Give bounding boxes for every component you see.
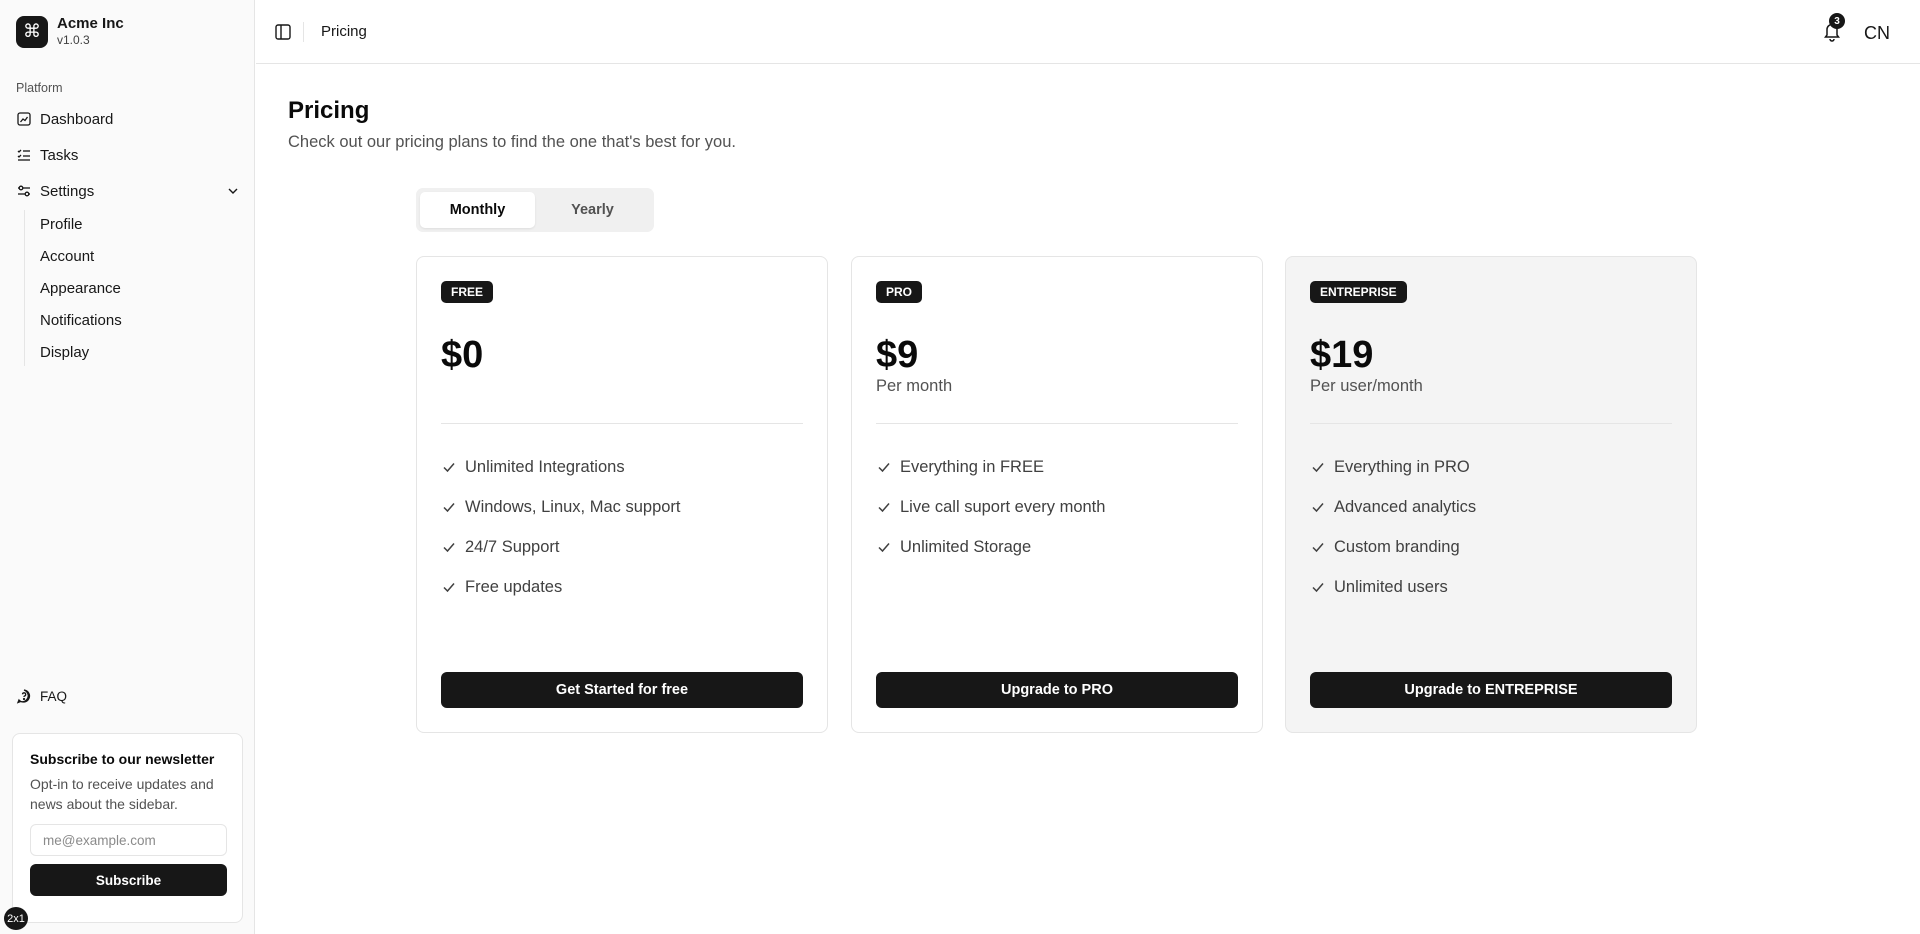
plan-feature-label: Everything in PRO bbox=[1334, 457, 1470, 476]
plan-feature-label: Windows, Linux, Mac support bbox=[465, 497, 681, 516]
newsletter-title: Subscribe to our newsletter bbox=[30, 751, 215, 767]
plan-price: $0 bbox=[441, 334, 484, 376]
tab-monthly[interactable]: Monthly bbox=[420, 192, 535, 228]
check-icon bbox=[441, 539, 457, 555]
check-icon bbox=[876, 499, 892, 515]
plan-divider bbox=[876, 423, 1238, 424]
faq-link[interactable]: FAQ bbox=[16, 688, 67, 704]
check-icon bbox=[1310, 499, 1326, 515]
sidebar-item-label: Settings bbox=[40, 182, 95, 200]
check-icon bbox=[441, 499, 457, 515]
plan-divider bbox=[441, 423, 803, 424]
plan-feature-label: Free updates bbox=[465, 577, 563, 596]
get-started-free-button[interactable]: Get Started for free bbox=[441, 672, 803, 708]
page-subtitle: Check out our pricing plans to find the … bbox=[288, 133, 736, 151]
sidebar-toggle-icon[interactable] bbox=[272, 21, 294, 43]
plan-feature-label: 24/7 Support bbox=[465, 537, 560, 556]
billing-toggle: Monthly Yearly bbox=[416, 188, 654, 232]
sidebar-item-label: Tasks bbox=[40, 146, 79, 164]
faq-label: FAQ bbox=[40, 688, 68, 704]
zoom-badge: 2x1 bbox=[4, 907, 28, 930]
plan-tier-badge: PRO bbox=[876, 281, 923, 303]
check-icon bbox=[876, 539, 892, 555]
plan-feature: Windows, Linux, Mac support bbox=[441, 487, 681, 527]
plan-feature-label: Unlimited users bbox=[1334, 577, 1448, 596]
sidebar-item-settings[interactable]: Settings bbox=[16, 176, 241, 206]
check-icon bbox=[876, 459, 892, 475]
plan-feature: 24/7 Support bbox=[441, 527, 681, 567]
submenu-divider bbox=[24, 210, 25, 366]
sidebar-item-label: Dashboard bbox=[40, 110, 114, 128]
plan-feature-list: Everything in FREE Live call suport ever… bbox=[876, 447, 1105, 567]
plan-tier-badge: FREE bbox=[441, 281, 494, 303]
plan-feature: Unlimited users bbox=[1310, 567, 1476, 607]
top-header: Pricing 3 CN bbox=[256, 0, 1920, 64]
plan-feature: Live call suport every month bbox=[876, 487, 1105, 527]
dashboard-icon bbox=[16, 111, 32, 127]
newsletter-description: Opt-in to receive updates and news about… bbox=[30, 776, 214, 812]
plan-feature: Unlimited Storage bbox=[876, 527, 1105, 567]
help-circle-icon bbox=[16, 688, 32, 704]
plan-feature-label: Advanced analytics bbox=[1334, 497, 1477, 516]
notification-count-badge: 3 bbox=[1829, 13, 1845, 29]
sidebar-subitem-appearance[interactable]: Appearance bbox=[40, 275, 121, 301]
upgrade-pro-button[interactable]: Upgrade to PRO bbox=[876, 672, 1238, 708]
plan-feature-label: Unlimited Storage bbox=[900, 537, 1032, 556]
brand-name: Acme Inc bbox=[57, 15, 124, 32]
list-checks-icon bbox=[16, 147, 32, 163]
newsletter-card: Subscribe to our newsletter Opt-in to re… bbox=[12, 733, 243, 923]
brand-version: v1.0.3 bbox=[57, 33, 90, 47]
settings-sliders-icon bbox=[16, 183, 32, 199]
brand[interactable]: ⌘ Acme Inc v1.0.3 bbox=[16, 15, 124, 48]
plan-feature: Advanced analytics bbox=[1310, 487, 1476, 527]
brand-text: Acme Inc v1.0.3 bbox=[57, 15, 124, 48]
tab-yearly[interactable]: Yearly bbox=[535, 192, 650, 228]
plan-feature: Unlimited Integrations bbox=[441, 447, 681, 487]
plan-price: $9 bbox=[876, 334, 919, 376]
sidebar-group-label: Platform bbox=[16, 81, 63, 95]
sidebar-subitem-account[interactable]: Account bbox=[40, 243, 94, 269]
breadcrumb: Pricing bbox=[321, 23, 367, 40]
sidebar-item-tasks[interactable]: Tasks bbox=[16, 140, 241, 170]
command-icon: ⌘ bbox=[16, 15, 48, 48]
sidebar-subitem-display[interactable]: Display bbox=[40, 339, 89, 365]
plan-tier-badge: ENTREPRISE bbox=[1310, 281, 1407, 303]
sidebar-item-dashboard[interactable]: Dashboard bbox=[16, 104, 241, 134]
sidebar: ⌘ Acme Inc v1.0.3 Platform Dashboard Tas… bbox=[0, 0, 255, 934]
sidebar-subitem-notifications[interactable]: Notifications bbox=[40, 307, 122, 333]
page-title: Pricing bbox=[288, 97, 370, 124]
check-icon bbox=[441, 459, 457, 475]
plan-feature: Custom branding bbox=[1310, 527, 1476, 567]
check-icon bbox=[441, 579, 457, 595]
header-divider bbox=[303, 22, 304, 42]
plan-divider bbox=[1310, 423, 1672, 424]
plan-card-pro: PRO $9 Per month Everything in FREE Live… bbox=[851, 256, 1263, 733]
plan-period: Per user/month bbox=[1310, 377, 1423, 395]
chevron-down-icon[interactable] bbox=[225, 183, 241, 199]
check-icon bbox=[1310, 459, 1326, 475]
newsletter-email-input[interactable] bbox=[30, 824, 227, 856]
sidebar-subitem-profile[interactable]: Profile bbox=[40, 211, 83, 237]
plan-feature-label: Live call suport every month bbox=[900, 497, 1106, 516]
plan-feature: Everything in PRO bbox=[1310, 447, 1476, 487]
check-icon bbox=[1310, 539, 1326, 555]
plan-feature-label: Custom branding bbox=[1334, 537, 1460, 556]
plan-period: Per month bbox=[876, 377, 953, 395]
plan-card-free: FREE $0 Unlimited Integrations Windows, … bbox=[416, 256, 828, 733]
plan-feature: Free updates bbox=[441, 567, 681, 607]
plan-feature-list: Unlimited Integrations Windows, Linux, M… bbox=[441, 447, 681, 607]
plan-price: $19 bbox=[1310, 334, 1374, 376]
plan-card-entreprise: ENTREPRISE $19 Per user/month Everything… bbox=[1285, 256, 1697, 733]
check-icon bbox=[1310, 579, 1326, 595]
plan-feature-label: Everything in FREE bbox=[900, 457, 1044, 476]
plan-feature: Everything in FREE bbox=[876, 447, 1105, 487]
avatar[interactable]: CN bbox=[1859, 15, 1895, 51]
plan-feature-label: Unlimited Integrations bbox=[465, 457, 625, 476]
plan-feature-list: Everything in PRO Advanced analytics Cus… bbox=[1310, 447, 1476, 607]
upgrade-entreprise-button[interactable]: Upgrade to ENTREPRISE bbox=[1310, 672, 1672, 708]
subscribe-button[interactable]: Subscribe bbox=[30, 864, 227, 896]
